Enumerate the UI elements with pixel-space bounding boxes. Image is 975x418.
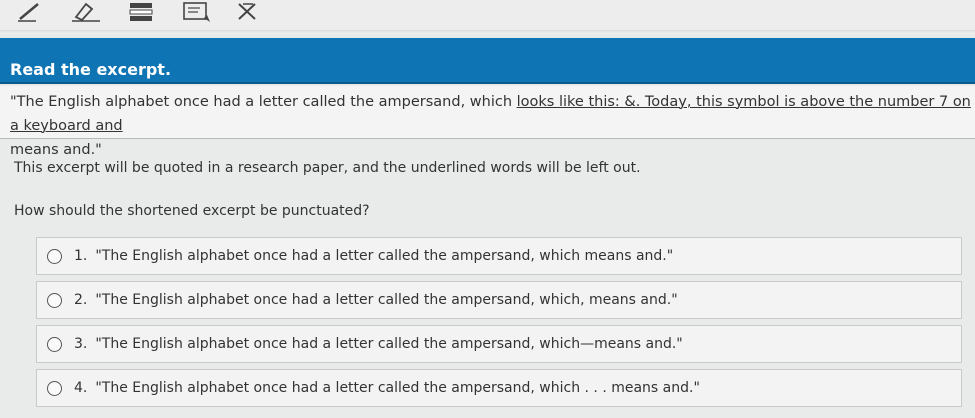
choice-text: "The English alphabet once had a letter … xyxy=(95,380,700,396)
radio-button[interactable] xyxy=(47,380,62,396)
choice-number: 4. xyxy=(74,380,88,396)
answer-eliminator-icon[interactable] xyxy=(232,0,262,24)
question-header: Read the excerpt. xyxy=(0,38,975,84)
choice-text: "The English alphabet once had a letter … xyxy=(95,336,683,352)
toolbar-divider xyxy=(0,30,975,34)
pencil-icon[interactable] xyxy=(14,0,48,24)
excerpt-block: "The English alphabet once had a letter … xyxy=(0,86,975,158)
answer-choice-4[interactable]: 4. "The English alphabet once had a lett… xyxy=(36,369,962,407)
choice-text: "The English alphabet once had a letter … xyxy=(95,248,674,264)
radio-button[interactable] xyxy=(47,292,62,308)
excerpt-text: "The English alphabet once had a letter … xyxy=(10,90,972,162)
toolbar xyxy=(0,0,975,30)
answer-choice-3[interactable]: 3. "The English alphabet once had a lett… xyxy=(36,325,962,363)
reference-icon[interactable] xyxy=(178,0,218,24)
excerpt-part1: "The English alphabet once had a letter … xyxy=(10,94,517,110)
excerpt-divider xyxy=(0,138,975,139)
line-reader-icon[interactable] xyxy=(124,0,158,24)
radio-button[interactable] xyxy=(47,248,62,264)
question-stem: How should the shortened excerpt be punc… xyxy=(14,203,370,219)
choice-number: 3. xyxy=(74,336,88,352)
question-prompt: This excerpt will be quoted in a researc… xyxy=(14,160,641,176)
header-title: Read the excerpt. xyxy=(10,60,172,79)
choice-number: 2. xyxy=(74,292,88,308)
answer-choice-1[interactable]: 1. "The English alphabet once had a lett… xyxy=(36,237,962,275)
radio-button[interactable] xyxy=(47,336,62,352)
choice-number: 1. xyxy=(74,248,88,264)
choice-text: "The English alphabet once had a letter … xyxy=(95,292,678,308)
highlighter-icon[interactable] xyxy=(66,0,106,24)
answer-choice-2[interactable]: 2. "The English alphabet once had a lett… xyxy=(36,281,962,319)
excerpt-part2: means and." xyxy=(10,142,102,158)
